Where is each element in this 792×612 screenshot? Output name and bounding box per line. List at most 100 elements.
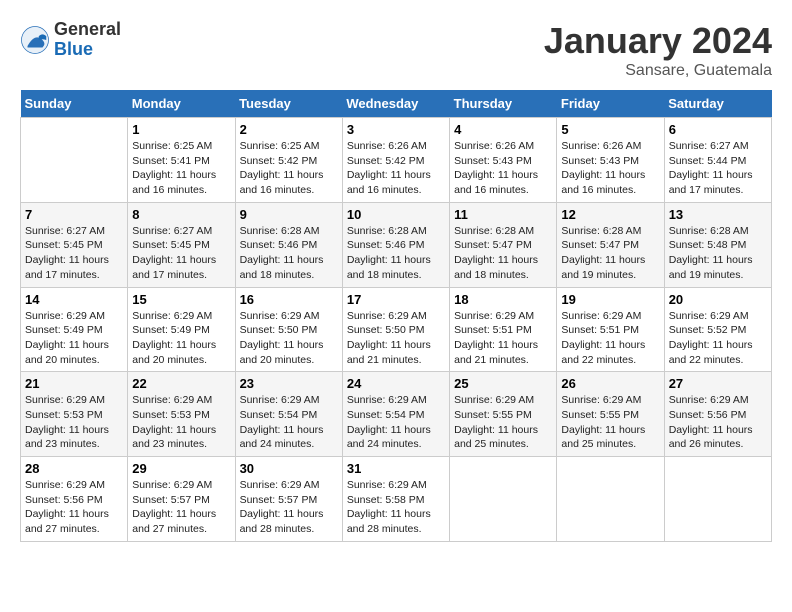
calendar-cell: 10 Sunrise: 6:28 AM Sunset: 5:46 PM Dayli… [342, 202, 449, 287]
day-info: Sunrise: 6:26 AM Sunset: 5:43 PM Dayligh… [561, 139, 659, 198]
month-title: January 2024 [544, 20, 772, 62]
calendar-cell: 12Sunrise: 6:28 AM Sunset: 5:47 PM Dayli… [557, 202, 664, 287]
day-info: Sunrise: 6:26 AM Sunset: 5:42 PM Dayligh… [347, 139, 445, 198]
day-header-friday: Friday [557, 90, 664, 118]
day-number: 28 [25, 461, 123, 476]
calendar-cell: 14Sunrise: 6:29 AM Sunset: 5:49 PM Dayli… [21, 287, 128, 372]
calendar-cell: 7 Sunrise: 6:27 AM Sunset: 5:45 PM Daylig… [21, 202, 128, 287]
day-info: Sunrise: 6:29 AM Sunset: 5:50 PM Dayligh… [347, 309, 445, 368]
calendar-cell: 27 Sunrise: 6:29 AM Sunset: 5:56 PM Dayli… [664, 372, 771, 457]
day-info: Sunrise: 6:28 AM Sunset: 5:46 PM Dayligh… [240, 224, 338, 283]
calendar-cell [21, 118, 128, 203]
day-info: Sunrise: 6:29 AM Sunset: 5:53 PM Dayligh… [25, 393, 123, 452]
calendar-cell: 13 Sunrise: 6:28 AM Sunset: 5:48 PM Dayli… [664, 202, 771, 287]
logo: General Blue [20, 20, 121, 60]
day-number: 22 [132, 376, 230, 391]
day-number: 13 [669, 207, 767, 222]
day-info: Sunrise: 6:29 AM Sunset: 5:54 PM Dayligh… [240, 393, 338, 452]
day-info: Sunrise: 6:27 AM Sunset: 5:45 PM Dayligh… [25, 224, 123, 283]
day-info: Sunrise: 6:29 AM Sunset: 5:56 PM Dayligh… [25, 478, 123, 537]
day-info: Sunrise: 6:28 AM Sunset: 5:48 PM Dayligh… [669, 224, 767, 283]
calendar-cell: 15Sunrise: 6:29 AM Sunset: 5:49 PM Dayli… [128, 287, 235, 372]
day-number: 8 [132, 207, 230, 222]
day-number: 27 [669, 376, 767, 391]
calendar-cell: 6Sunrise: 6:27 AM Sunset: 5:44 PM Daylig… [664, 118, 771, 203]
title-block: January 2024 Sansare, Guatemala [544, 20, 772, 80]
day-info: Sunrise: 6:29 AM Sunset: 5:50 PM Dayligh… [240, 309, 338, 368]
day-number: 5 [561, 122, 659, 137]
calendar-cell: 9 Sunrise: 6:28 AM Sunset: 5:46 PM Daylig… [235, 202, 342, 287]
calendar-week-4: 21 Sunrise: 6:29 AM Sunset: 5:53 PM Dayli… [21, 372, 772, 457]
day-info: Sunrise: 6:29 AM Sunset: 5:56 PM Dayligh… [669, 393, 767, 452]
day-info: Sunrise: 6:25 AM Sunset: 5:42 PM Dayligh… [240, 139, 338, 198]
day-info: Sunrise: 6:29 AM Sunset: 5:57 PM Dayligh… [132, 478, 230, 537]
calendar-cell: 29Sunrise: 6:29 AM Sunset: 5:57 PM Dayli… [128, 457, 235, 542]
day-info: Sunrise: 6:28 AM Sunset: 5:47 PM Dayligh… [454, 224, 552, 283]
day-info: Sunrise: 6:29 AM Sunset: 5:55 PM Dayligh… [454, 393, 552, 452]
day-number: 24 [347, 376, 445, 391]
calendar-cell: 8 Sunrise: 6:27 AM Sunset: 5:45 PM Daylig… [128, 202, 235, 287]
calendar-cell: 22 Sunrise: 6:29 AM Sunset: 5:53 PM Dayli… [128, 372, 235, 457]
day-number: 26 [561, 376, 659, 391]
calendar-week-1: 1 Sunrise: 6:25 AM Sunset: 5:41 PM Daylig… [21, 118, 772, 203]
day-info: Sunrise: 6:29 AM Sunset: 5:57 PM Dayligh… [240, 478, 338, 537]
day-info: Sunrise: 6:29 AM Sunset: 5:58 PM Dayligh… [347, 478, 445, 537]
calendar-cell: 30Sunrise: 6:29 AM Sunset: 5:57 PM Dayli… [235, 457, 342, 542]
calendar-cell: 25 Sunrise: 6:29 AM Sunset: 5:55 PM Dayli… [450, 372, 557, 457]
calendar-week-2: 7 Sunrise: 6:27 AM Sunset: 5:45 PM Daylig… [21, 202, 772, 287]
day-info: Sunrise: 6:29 AM Sunset: 5:54 PM Dayligh… [347, 393, 445, 452]
day-header-sunday: Sunday [21, 90, 128, 118]
day-number: 1 [132, 122, 230, 137]
calendar-cell: 21 Sunrise: 6:29 AM Sunset: 5:53 PM Dayli… [21, 372, 128, 457]
calendar-cell: 1 Sunrise: 6:25 AM Sunset: 5:41 PM Daylig… [128, 118, 235, 203]
day-info: Sunrise: 6:27 AM Sunset: 5:45 PM Dayligh… [132, 224, 230, 283]
day-info: Sunrise: 6:29 AM Sunset: 5:53 PM Dayligh… [132, 393, 230, 452]
calendar-header-row: SundayMondayTuesdayWednesdayThursdayFrid… [21, 90, 772, 118]
day-number: 18 [454, 292, 552, 307]
day-number: 12 [561, 207, 659, 222]
day-number: 9 [240, 207, 338, 222]
day-header-tuesday: Tuesday [235, 90, 342, 118]
calendar-week-3: 14Sunrise: 6:29 AM Sunset: 5:49 PM Dayli… [21, 287, 772, 372]
location: Sansare, Guatemala [544, 62, 772, 80]
day-number: 15 [132, 292, 230, 307]
day-header-wednesday: Wednesday [342, 90, 449, 118]
day-info: Sunrise: 6:29 AM Sunset: 5:52 PM Dayligh… [669, 309, 767, 368]
day-number: 23 [240, 376, 338, 391]
day-info: Sunrise: 6:27 AM Sunset: 5:44 PM Dayligh… [669, 139, 767, 198]
calendar-cell: 11 Sunrise: 6:28 AM Sunset: 5:47 PM Dayli… [450, 202, 557, 287]
day-info: Sunrise: 6:29 AM Sunset: 5:51 PM Dayligh… [454, 309, 552, 368]
day-number: 19 [561, 292, 659, 307]
calendar-cell: 16 Sunrise: 6:29 AM Sunset: 5:50 PM Dayli… [235, 287, 342, 372]
day-number: 25 [454, 376, 552, 391]
day-number: 21 [25, 376, 123, 391]
day-number: 3 [347, 122, 445, 137]
calendar-cell: 2Sunrise: 6:25 AM Sunset: 5:42 PM Daylig… [235, 118, 342, 203]
calendar-cell: 4Sunrise: 6:26 AM Sunset: 5:43 PM Daylig… [450, 118, 557, 203]
calendar-cell: 19Sunrise: 6:29 AM Sunset: 5:51 PM Dayli… [557, 287, 664, 372]
logo-icon [20, 25, 50, 55]
calendar-cell: 17Sunrise: 6:29 AM Sunset: 5:50 PM Dayli… [342, 287, 449, 372]
logo-text: General Blue [54, 20, 121, 60]
day-number: 11 [454, 207, 552, 222]
calendar-cell: 18 Sunrise: 6:29 AM Sunset: 5:51 PM Dayli… [450, 287, 557, 372]
day-number: 7 [25, 207, 123, 222]
calendar-cell: 20 Sunrise: 6:29 AM Sunset: 5:52 PM Dayli… [664, 287, 771, 372]
day-number: 16 [240, 292, 338, 307]
calendar-cell: 3 Sunrise: 6:26 AM Sunset: 5:42 PM Daylig… [342, 118, 449, 203]
day-number: 31 [347, 461, 445, 476]
calendar-cell [557, 457, 664, 542]
logo-general: General [54, 20, 121, 40]
calendar-cell: 23 Sunrise: 6:29 AM Sunset: 5:54 PM Dayli… [235, 372, 342, 457]
calendar-cell [664, 457, 771, 542]
day-info: Sunrise: 6:25 AM Sunset: 5:41 PM Dayligh… [132, 139, 230, 198]
calendar-cell: 26 Sunrise: 6:29 AM Sunset: 5:55 PM Dayli… [557, 372, 664, 457]
day-number: 10 [347, 207, 445, 222]
day-number: 20 [669, 292, 767, 307]
day-info: Sunrise: 6:29 AM Sunset: 5:55 PM Dayligh… [561, 393, 659, 452]
day-header-thursday: Thursday [450, 90, 557, 118]
day-number: 4 [454, 122, 552, 137]
day-info: Sunrise: 6:29 AM Sunset: 5:49 PM Dayligh… [25, 309, 123, 368]
day-info: Sunrise: 6:28 AM Sunset: 5:46 PM Dayligh… [347, 224, 445, 283]
day-header-monday: Monday [128, 90, 235, 118]
